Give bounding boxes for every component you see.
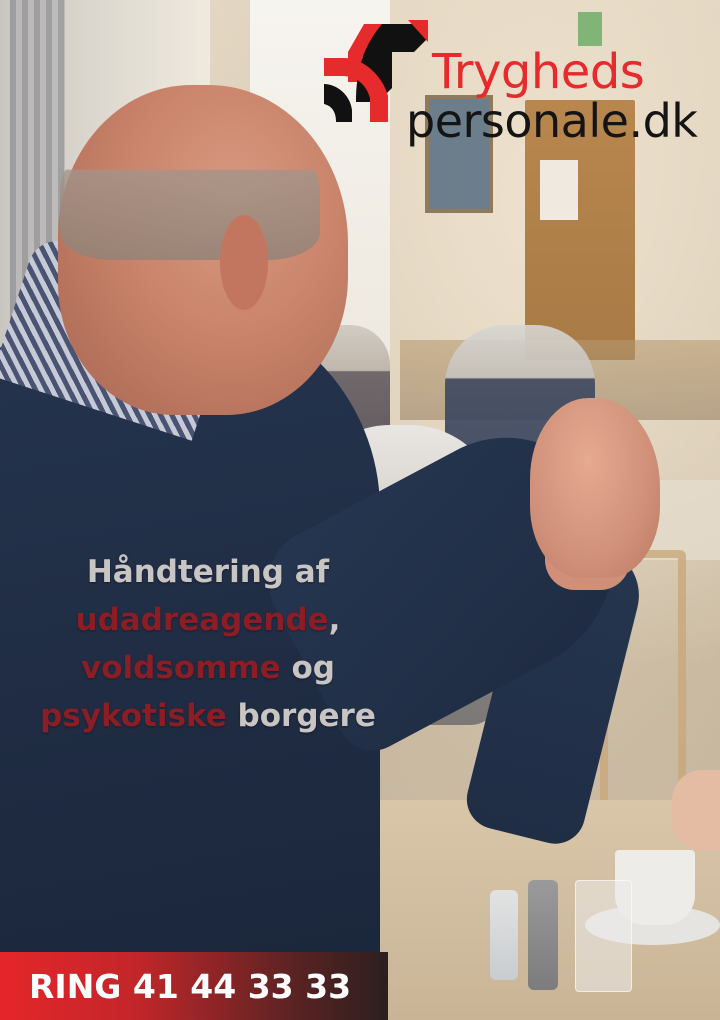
headline-line-1: Håndtering af (28, 548, 388, 596)
brand-logo[interactable]: Trygheds personale.dk (322, 18, 718, 158)
headline-line-2: udadreagende, (28, 596, 388, 644)
poster: Trygheds personale.dk Håndtering af udad… (0, 0, 720, 1020)
man-ear (220, 215, 268, 310)
door-sign (540, 160, 578, 220)
pepper-shaker (528, 880, 558, 990)
headline-text: og (280, 650, 335, 686)
headline: Håndtering af udadreagende, voldsomme og… (28, 548, 388, 740)
drinking-glass (575, 880, 632, 992)
call-button[interactable]: RING 41 44 33 33 (0, 952, 388, 1020)
headline-accent: udadreagende (75, 602, 329, 638)
hand (672, 770, 720, 850)
raised-fist (530, 398, 660, 578)
headline-accent: voldsomme (81, 650, 281, 686)
brand-name-line1: Trygheds (432, 44, 645, 100)
headline-text: Håndtering af (86, 554, 330, 590)
headline-line-4: psykotiske borgere (28, 692, 388, 740)
man-hair (60, 120, 320, 260)
headline-line-3: voldsomme og (28, 644, 388, 692)
brand-name-line2: personale.dk (406, 94, 698, 148)
headline-accent: psykotiske (40, 698, 227, 734)
salt-shaker (490, 890, 518, 980)
call-button-label: RING 41 44 33 33 (29, 966, 352, 1006)
headline-text: borgere (226, 698, 376, 734)
headline-text: , (328, 602, 341, 638)
